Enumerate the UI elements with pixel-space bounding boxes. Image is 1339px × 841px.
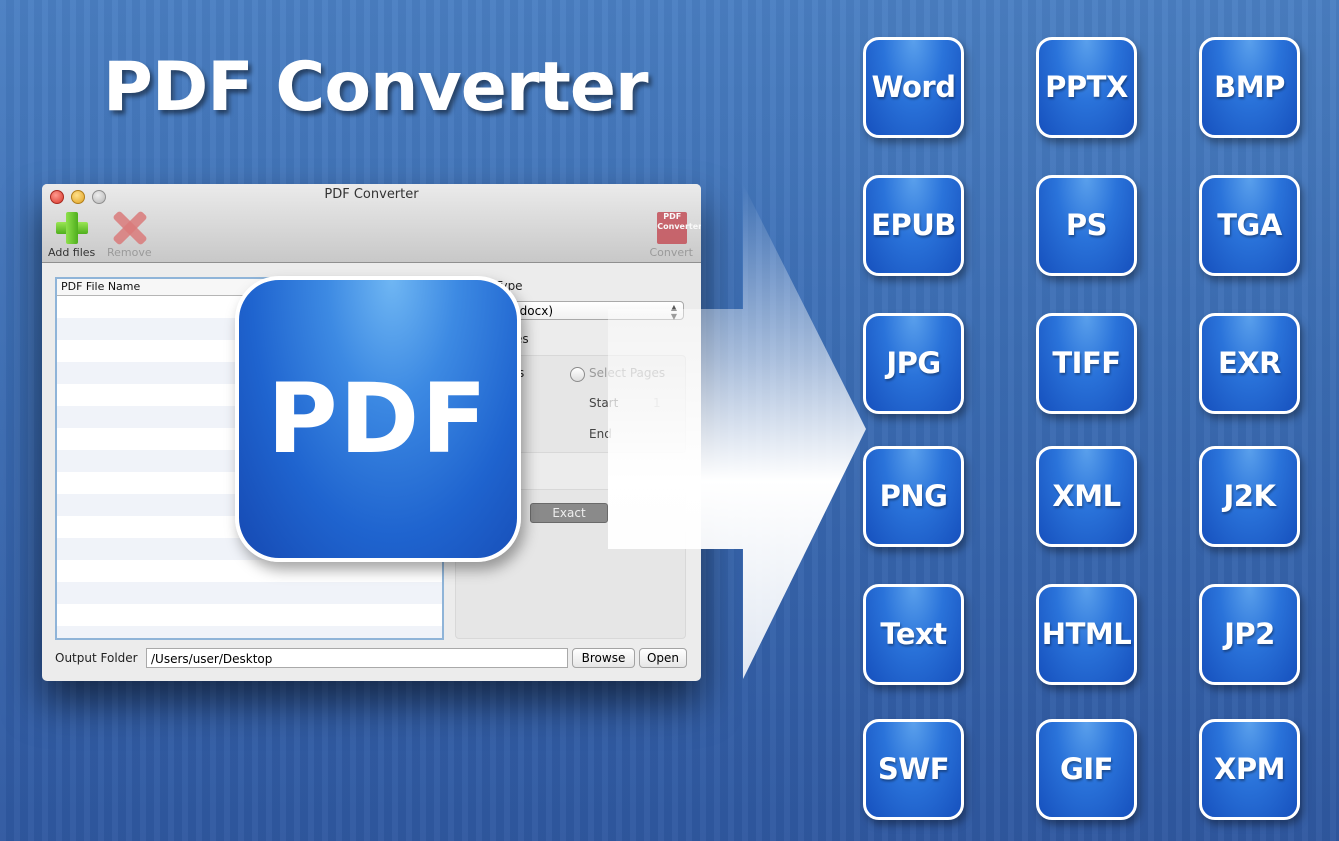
format-tile-jp2: JP2 (1199, 584, 1300, 685)
format-tile-gif: GIF (1036, 719, 1137, 820)
output-folder-row: Output Folder /Users/user/Desktop Browse… (55, 647, 688, 669)
format-tile-png: PNG (863, 446, 964, 547)
format-tile-exr: EXR (1199, 313, 1300, 414)
format-tile-swf: SWF (863, 719, 964, 820)
output-folder-label: Output Folder (55, 651, 138, 665)
format-tile-epub: EPUB (863, 175, 964, 276)
select-pages-radio[interactable] (570, 367, 585, 382)
remove-button[interactable]: Remove (107, 210, 152, 259)
remove-label: Remove (107, 246, 152, 259)
format-tile-ps: PS (1036, 175, 1137, 276)
format-tile-bmp: BMP (1199, 37, 1300, 138)
format-tile-tga: TGA (1199, 175, 1300, 276)
plus-icon (54, 210, 90, 246)
format-tile-text: Text (863, 584, 964, 685)
format-tile-jpg: JPG (863, 313, 964, 414)
pdf-app-icon: PDF (235, 276, 521, 562)
format-tile-html: HTML (1036, 584, 1137, 685)
output-folder-input[interactable]: /Users/user/Desktop (146, 648, 568, 668)
add-files-label: Add files (48, 246, 96, 259)
format-tile-word: Word (863, 37, 964, 138)
format-tile-tiff: TIFF (1036, 313, 1137, 414)
window-title: PDF Converter (324, 187, 419, 202)
add-files-button[interactable]: Add files (48, 210, 95, 259)
title-bar: PDF Converter Add files Remove PDF Conve… (42, 184, 701, 263)
exact-segment[interactable]: Exact (530, 503, 608, 523)
format-tile-pptx: PPTX (1036, 37, 1137, 138)
format-tile-j2k: J2K (1199, 446, 1300, 547)
arrow-graphic (608, 184, 866, 679)
x-icon (111, 210, 148, 246)
headline: PDF Converter (103, 48, 649, 127)
format-tile-xml: XML (1036, 446, 1137, 547)
format-tile-xpm: XPM (1199, 719, 1300, 820)
